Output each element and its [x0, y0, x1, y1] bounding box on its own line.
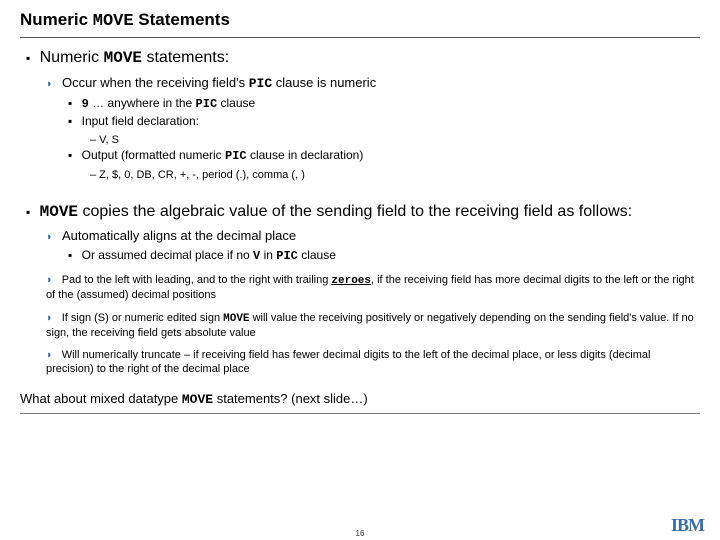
title-pre: Numeric	[20, 10, 93, 29]
sec1-s1a: ▪ 9 … anywhere in the PIC clause	[20, 96, 700, 113]
sec1-s1b-detail: – V, S	[20, 132, 700, 148]
t: Output (formatted numeric	[82, 148, 225, 162]
bullet-square: ▪	[68, 114, 72, 128]
footer-bar: IBM	[0, 515, 720, 536]
bullet-square: ▪	[26, 205, 30, 219]
t: Occur when the receiving field's	[62, 75, 249, 90]
title-mono: MOVE	[93, 12, 134, 31]
t: in	[260, 248, 276, 262]
title-post: Statements	[134, 10, 230, 29]
sec2-b4: ◗ Will numerically truncate – if receivi…	[20, 348, 700, 377]
section-2-header: ▪ MOVE copies the algebraic value of the…	[20, 202, 700, 223]
bullet-arrow: ◗	[46, 349, 53, 361]
sec1-s1c: ▪ Output (formatted numeric PIC clause i…	[20, 148, 700, 165]
footer-question: What about mixed datatype MOVE statement…	[20, 391, 700, 414]
sec1-mono: MOVE	[104, 49, 142, 67]
ibm-logo: IBM	[671, 515, 704, 536]
bullet-square: ▪	[68, 248, 72, 262]
t: statements? (next slide…)	[213, 391, 368, 406]
t: Automatically aligns at the decimal plac…	[62, 228, 296, 243]
sec1-s1b: ▪ Input field declaration:	[20, 114, 700, 130]
sec2-b3: ◗ If sign (S) or numeric edited sign MOV…	[20, 311, 700, 341]
t: MOVE	[223, 313, 249, 325]
t: … anywhere in the	[89, 96, 196, 110]
t: clause	[298, 248, 336, 262]
content-list: ▪ Numeric MOVE statements: ◗ Occur when …	[20, 48, 700, 377]
t: MOVE	[40, 203, 78, 221]
sec1-post: statements:	[142, 49, 229, 66]
sec2-b1: ◗ Automatically aligns at the decimal pl…	[20, 228, 700, 245]
t: What about mixed datatype	[20, 391, 182, 406]
t: 9	[82, 97, 89, 111]
t: Pad to the left with leading, and to the…	[62, 274, 332, 286]
t: clause	[217, 96, 255, 110]
t: clause in declaration)	[247, 148, 364, 162]
t: PIC	[276, 249, 298, 263]
t: Or assumed decimal place if no	[82, 248, 253, 262]
t: – Z, $, 0, DB, CR, +, -, period (.), com…	[90, 169, 305, 181]
t: – V, S	[90, 134, 119, 146]
t: PIC	[196, 97, 218, 111]
bullet-arrow: ◗	[46, 274, 53, 286]
t: Input field declaration:	[82, 114, 199, 128]
sec1-sub1: ◗ Occur when the receiving field's PIC c…	[20, 75, 700, 93]
bullet-arrow: ◗	[46, 231, 53, 243]
bullet-square: ▪	[68, 96, 72, 110]
bullet-square: ▪	[68, 148, 72, 162]
page-title: Numeric MOVE Statements	[20, 10, 700, 38]
section-1-header: ▪ Numeric MOVE statements:	[20, 48, 700, 69]
sec1-pre: Numeric	[40, 49, 104, 66]
sec2-b1a: ▪ Or assumed decimal place if no V in PI…	[20, 248, 700, 265]
gap	[20, 184, 700, 194]
t: Will numerically truncate – if receiving…	[46, 349, 650, 375]
t: If sign (S) or numeric edited sign	[62, 312, 223, 324]
t: PIC	[225, 149, 247, 163]
sec1-s1c-detail: – Z, $, 0, DB, CR, +, -, period (.), com…	[20, 167, 700, 183]
bullet-square: ▪	[26, 51, 30, 65]
t: MOVE	[182, 392, 213, 407]
bullet-arrow: ◗	[46, 312, 53, 324]
logo-text: IBM	[671, 516, 704, 534]
bullet-arrow: ◗	[46, 78, 53, 90]
t: clause is numeric	[272, 75, 376, 90]
t: PIC	[249, 76, 272, 91]
sec2-b2: ◗ Pad to the left with leading, and to t…	[20, 273, 700, 303]
t: copies the algebraic value of the sendin…	[78, 203, 632, 220]
t: zeroes	[331, 275, 371, 287]
